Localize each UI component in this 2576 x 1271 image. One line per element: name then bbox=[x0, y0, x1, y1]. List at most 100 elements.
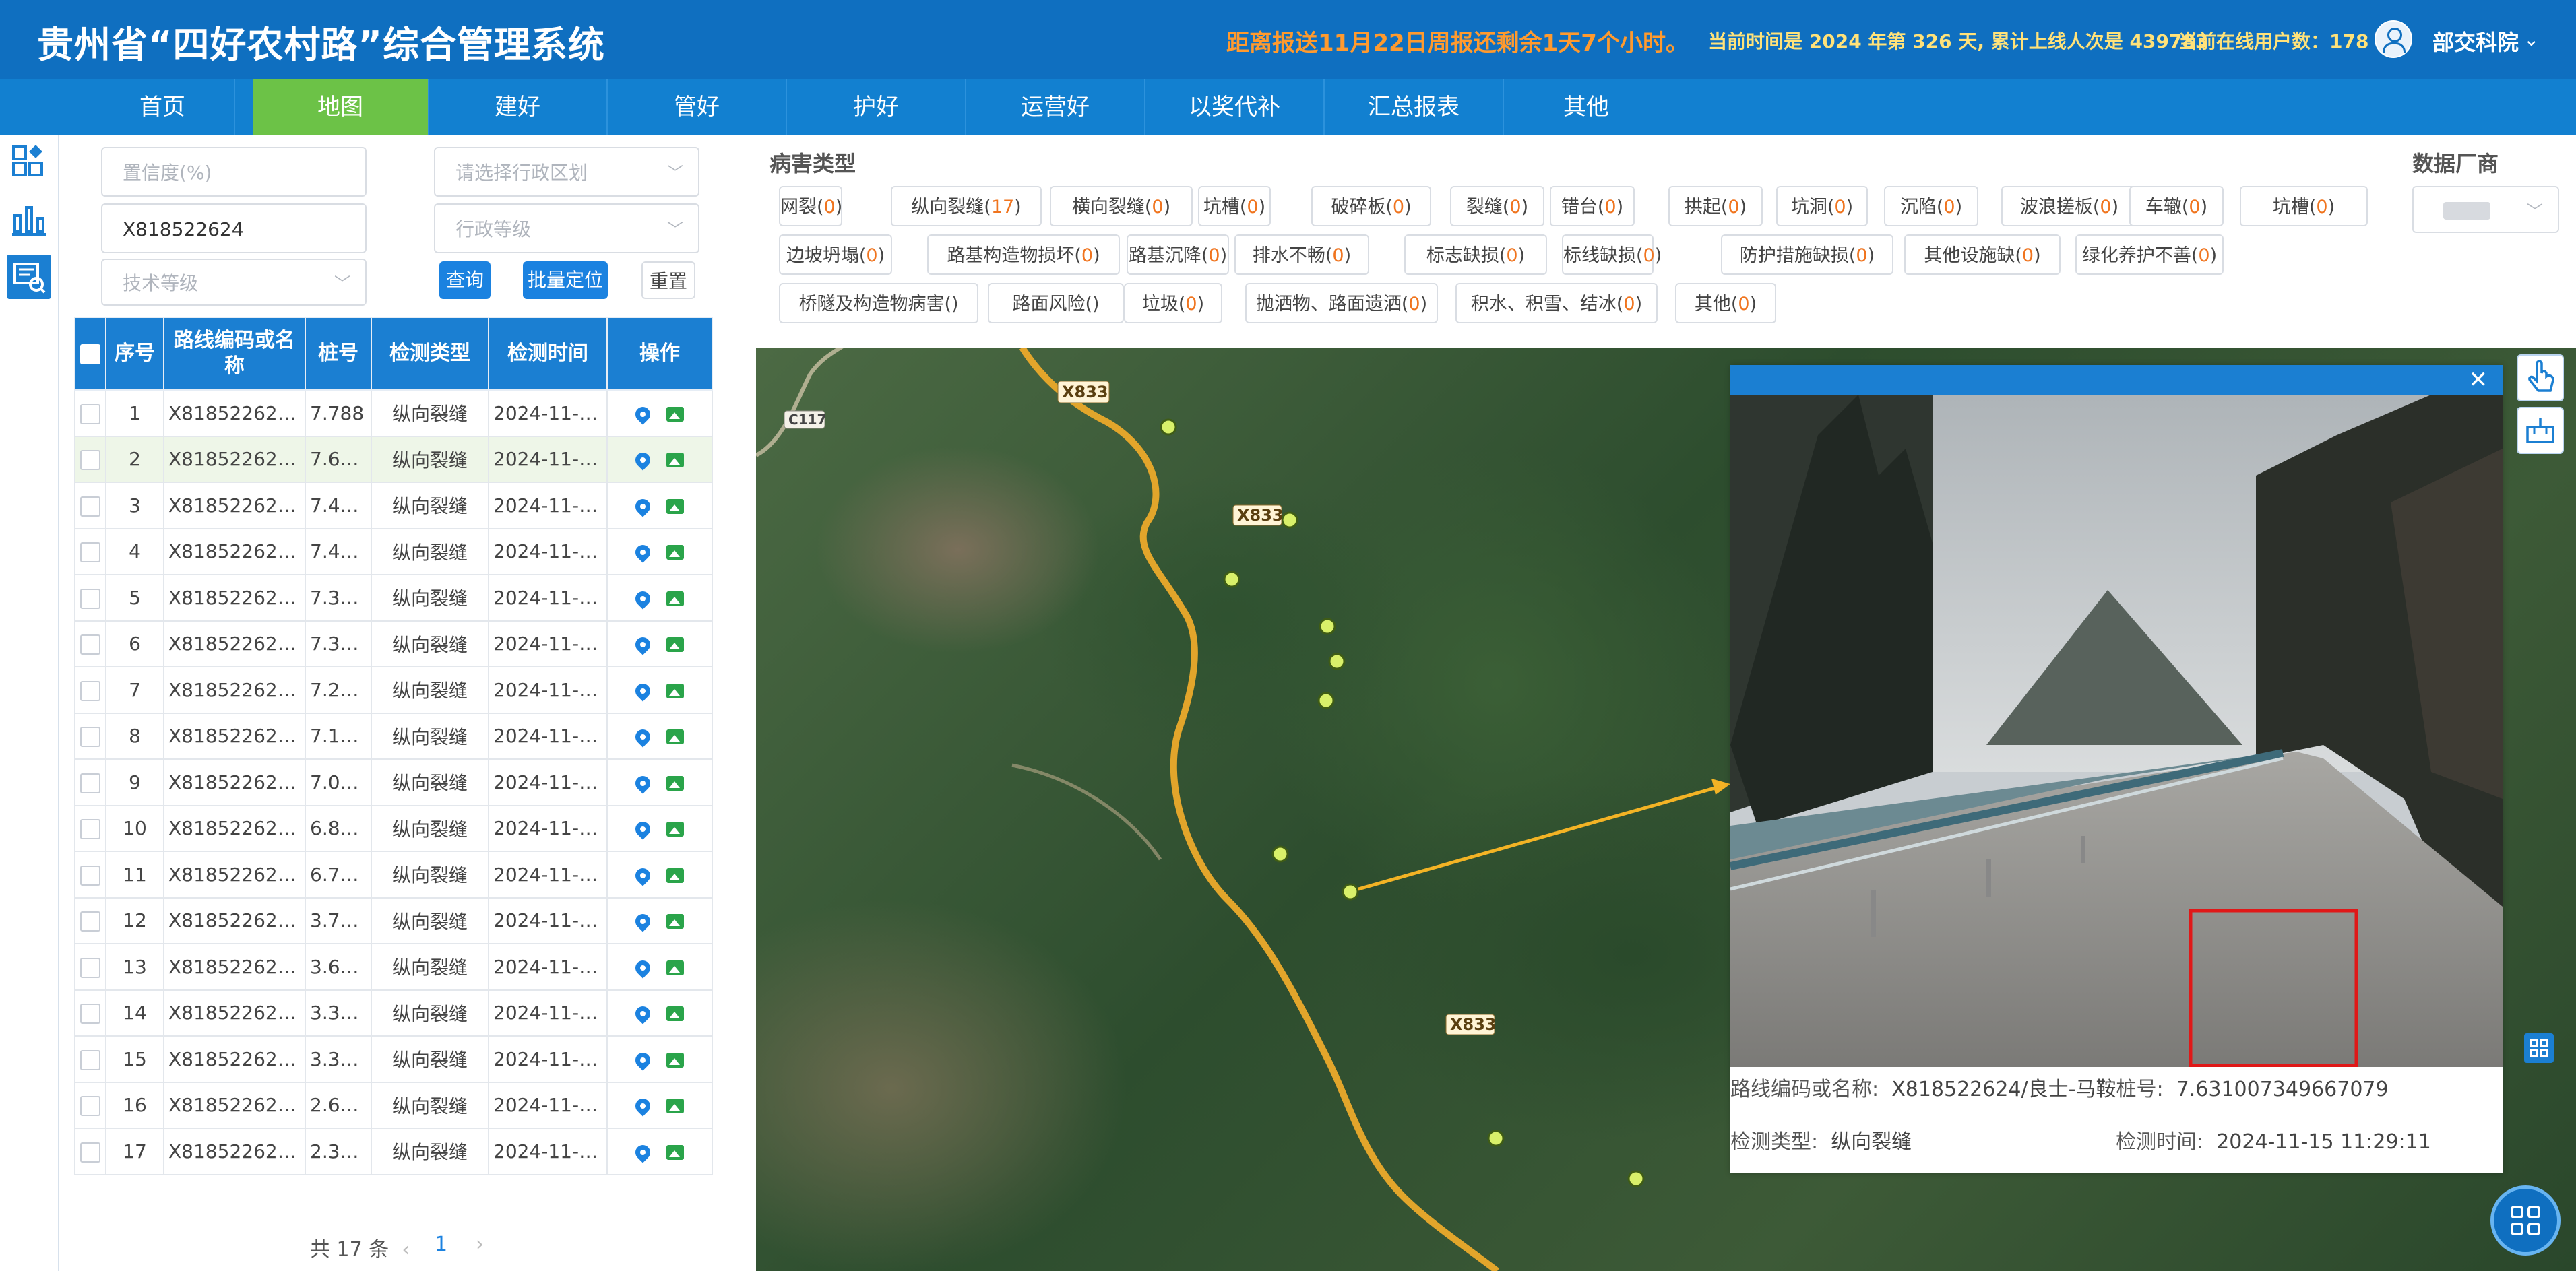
checkbox[interactable] bbox=[80, 819, 100, 840]
detection-marker[interactable] bbox=[1223, 571, 1240, 588]
view-image-icon[interactable] bbox=[666, 453, 684, 468]
view-image-icon[interactable] bbox=[666, 822, 684, 837]
locate-pin-icon[interactable] bbox=[632, 542, 654, 563]
disease-tag[interactable]: 拱起(0) bbox=[1668, 186, 1763, 226]
prev-page-button[interactable]: ‹ bbox=[402, 1238, 410, 1262]
checkbox[interactable] bbox=[80, 496, 100, 517]
row-checkbox[interactable] bbox=[74, 897, 106, 944]
user-avatar-icon[interactable] bbox=[2375, 20, 2412, 58]
nav-build[interactable]: 建好 bbox=[429, 79, 608, 135]
row-checkbox[interactable] bbox=[74, 620, 106, 667]
locate-pin-icon[interactable] bbox=[632, 496, 654, 517]
checkbox[interactable] bbox=[80, 865, 100, 886]
view-image-icon[interactable] bbox=[666, 775, 684, 791]
table-row[interactable]: 17X818522624/...2.3160...纵向裂缝2024-11-15 bbox=[74, 1128, 713, 1175]
view-image-icon[interactable] bbox=[666, 591, 684, 606]
confidence-input[interactable]: 置信度(%) bbox=[101, 147, 367, 197]
disease-tag[interactable]: 边坡坍塌(0) bbox=[779, 234, 892, 275]
table-row[interactable]: 10X818522624/...6.8609...纵向裂缝2024-11-15 bbox=[74, 804, 713, 852]
table-row[interactable]: 3X818522624/...7.4996...纵向裂缝2024-11-15 bbox=[74, 482, 713, 529]
table-row[interactable]: 9X818522624/...7.0750...纵向裂缝2024-11-15 bbox=[74, 758, 713, 806]
row-checkbox[interactable] bbox=[74, 574, 106, 622]
locate-pin-icon[interactable] bbox=[632, 1003, 654, 1024]
locate-pin-icon[interactable] bbox=[632, 911, 654, 932]
nav-reports[interactable]: 汇总报表 bbox=[1325, 79, 1504, 135]
nav-other[interactable]: 其他 bbox=[1504, 79, 1668, 135]
inspection-icon[interactable] bbox=[7, 255, 51, 299]
locate-pin-icon[interactable] bbox=[632, 818, 654, 840]
row-checkbox[interactable] bbox=[74, 527, 106, 575]
row-checkbox[interactable] bbox=[74, 389, 106, 437]
detection-marker[interactable] bbox=[1317, 692, 1335, 709]
locate-pin-icon[interactable] bbox=[632, 1142, 654, 1163]
close-icon[interactable]: ✕ bbox=[2469, 365, 2488, 395]
row-checkbox[interactable] bbox=[74, 804, 106, 852]
detection-marker[interactable] bbox=[1319, 618, 1336, 635]
disease-tag[interactable]: 网裂(0) bbox=[779, 186, 842, 226]
checkbox[interactable] bbox=[80, 634, 100, 655]
region-select[interactable]: 请选择行政区划 ﹀ bbox=[434, 147, 699, 197]
disease-tag[interactable]: 积水、积雪、结冰(0) bbox=[1455, 283, 1658, 323]
checkbox[interactable] bbox=[80, 1004, 100, 1024]
disease-tag[interactable]: 裂缝(0) bbox=[1450, 186, 1544, 226]
disease-tag[interactable]: 破碎板(0) bbox=[1311, 186, 1431, 226]
checkbox[interactable] bbox=[80, 450, 100, 471]
checkbox[interactable] bbox=[80, 1096, 100, 1117]
detection-marker[interactable] bbox=[1342, 883, 1359, 901]
disease-tag[interactable]: 沉陷(0) bbox=[1884, 186, 1978, 226]
checkbox[interactable] bbox=[80, 1049, 100, 1070]
row-checkbox[interactable] bbox=[74, 666, 106, 714]
table-row[interactable]: 11X818522624/...6.7508...纵向裂缝2024-11-15 bbox=[74, 851, 713, 899]
select-all-checkbox[interactable] bbox=[74, 317, 106, 391]
disease-tag[interactable]: 路基沉降(0) bbox=[1127, 234, 1229, 275]
view-image-icon[interactable] bbox=[666, 960, 684, 975]
nav-subsidy[interactable]: 以奖代补 bbox=[1145, 79, 1325, 135]
disease-tag[interactable]: 路基构造物损坏(0) bbox=[927, 234, 1120, 275]
locate-pin-icon[interactable] bbox=[632, 865, 654, 886]
disease-tag[interactable]: 坑洞(0) bbox=[1776, 186, 1868, 226]
detection-marker[interactable] bbox=[1271, 845, 1289, 863]
view-image-icon[interactable] bbox=[666, 729, 684, 745]
detection-marker[interactable] bbox=[1627, 1170, 1645, 1187]
disease-tag[interactable]: 绿化养护不善(0) bbox=[2075, 234, 2224, 275]
view-image-icon[interactable] bbox=[666, 406, 684, 422]
table-row[interactable]: 7X818522624/...7.2809...纵向裂缝2024-11-15 bbox=[74, 666, 713, 714]
view-image-icon[interactable] bbox=[666, 868, 684, 883]
table-row[interactable]: 8X818522624/...7.1343...纵向裂缝2024-11-15 bbox=[74, 712, 713, 760]
bar-chart-icon[interactable] bbox=[7, 198, 51, 242]
row-checkbox[interactable] bbox=[74, 943, 106, 991]
row-checkbox[interactable] bbox=[74, 989, 106, 1037]
row-checkbox[interactable] bbox=[74, 482, 106, 529]
detection-marker[interactable] bbox=[1160, 418, 1177, 436]
checkbox[interactable] bbox=[80, 542, 100, 563]
disease-tag[interactable]: 排水不畅(0) bbox=[1234, 234, 1369, 275]
locate-pin-icon[interactable] bbox=[632, 1049, 654, 1071]
page-1-button[interactable]: 1 bbox=[435, 1233, 447, 1256]
view-image-icon[interactable] bbox=[666, 545, 684, 560]
locate-pin-icon[interactable] bbox=[632, 726, 654, 748]
disease-tag[interactable]: 坑槽(0) bbox=[2240, 186, 2368, 226]
table-row[interactable]: 15X818522624/...3.3377...纵向裂缝2024-11-15 bbox=[74, 1035, 713, 1083]
disease-tag[interactable]: 路面风险() bbox=[988, 283, 1124, 323]
disease-tag[interactable]: 其他设施缺(0) bbox=[1904, 234, 2061, 275]
locate-pin-icon[interactable] bbox=[632, 957, 654, 979]
ruler-tool-icon[interactable] bbox=[2517, 407, 2564, 454]
vendor-select[interactable]: ﹀ bbox=[2412, 186, 2559, 233]
batch-locate-button[interactable]: 批量定位 bbox=[523, 261, 608, 299]
disease-tag[interactable]: 垃圾(0) bbox=[1124, 283, 1222, 323]
detection-marker[interactable] bbox=[1328, 653, 1346, 670]
view-image-icon[interactable] bbox=[666, 1052, 684, 1068]
locate-pin-icon[interactable] bbox=[632, 449, 654, 471]
view-image-icon[interactable] bbox=[666, 1099, 684, 1114]
disease-tag[interactable]: 坑槽(0) bbox=[1198, 186, 1271, 226]
nav-maintain[interactable]: 护好 bbox=[787, 79, 966, 135]
user-menu[interactable]: 部交科院 bbox=[2432, 26, 2519, 57]
table-row[interactable]: 4X818522624/...7.4410...纵向裂缝2024-11-15 bbox=[74, 527, 713, 575]
checkbox[interactable] bbox=[80, 403, 100, 424]
nav-home[interactable]: 首页 bbox=[91, 79, 235, 135]
table-row[interactable]: 13X818522624/...3.6313...纵向裂缝2024-11-15 bbox=[74, 943, 713, 991]
table-row[interactable]: 2X818522624/...7.6310...纵向裂缝2024-11-15 bbox=[74, 435, 713, 483]
view-image-icon[interactable] bbox=[666, 914, 684, 930]
disease-tag[interactable]: 桥隧及构造物病害() bbox=[779, 283, 978, 323]
view-image-icon[interactable] bbox=[666, 1006, 684, 1022]
